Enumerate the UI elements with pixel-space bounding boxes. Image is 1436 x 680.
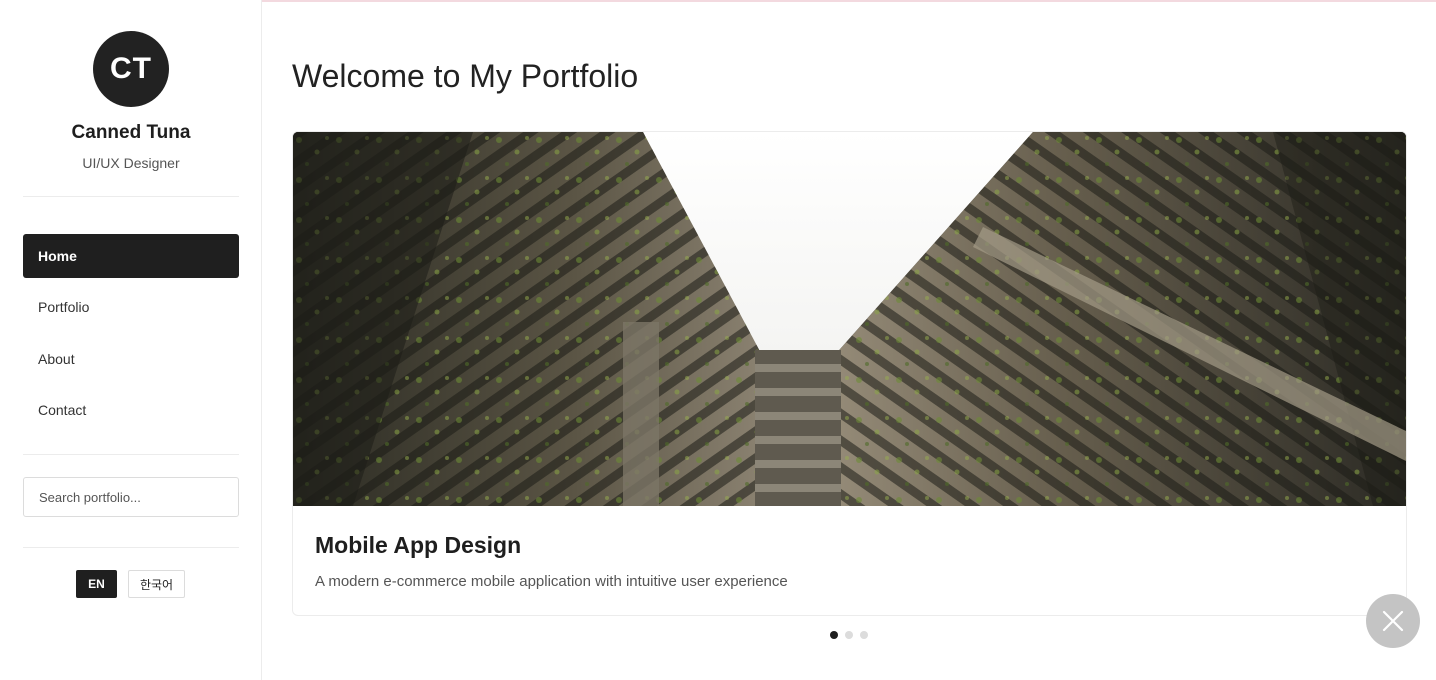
hero-image bbox=[293, 132, 1406, 506]
close-icon bbox=[1382, 610, 1404, 632]
slide-title: Mobile App Design bbox=[315, 532, 522, 558]
close-button[interactable] bbox=[1366, 594, 1420, 648]
carousel-slide-card[interactable]: Mobile App Design A modern e-commerce mo… bbox=[292, 131, 1407, 616]
language-en-button[interactable]: EN bbox=[76, 570, 117, 598]
profile-role: UI/UX Designer bbox=[82, 155, 180, 171]
carousel-dot-3[interactable] bbox=[860, 631, 868, 639]
profile-name: Canned Tuna bbox=[71, 122, 191, 143]
search-input[interactable] bbox=[23, 477, 239, 517]
sidebar-divider bbox=[23, 454, 239, 455]
carousel-indicators bbox=[830, 631, 868, 639]
nav-item-contact[interactable]: Contact bbox=[23, 388, 239, 432]
nav-item-portfolio[interactable]: Portfolio bbox=[23, 285, 239, 329]
language-ko-button[interactable]: 한국어 bbox=[128, 570, 185, 598]
sidebar-divider bbox=[23, 547, 239, 548]
nav-item-home[interactable]: Home bbox=[23, 234, 239, 278]
slide-description: A modern e-commerce mobile application w… bbox=[315, 573, 788, 590]
sidebar: CT Canned Tuna UI/UX Designer Home Portf… bbox=[0, 0, 262, 680]
avatar: CT bbox=[93, 31, 169, 107]
page-title: Welcome to My Portfolio bbox=[292, 58, 639, 94]
carousel-dot-2[interactable] bbox=[845, 631, 853, 639]
sidebar-divider bbox=[23, 196, 239, 197]
carousel-dot-1[interactable] bbox=[830, 631, 838, 639]
nav-item-about[interactable]: About bbox=[23, 337, 239, 381]
